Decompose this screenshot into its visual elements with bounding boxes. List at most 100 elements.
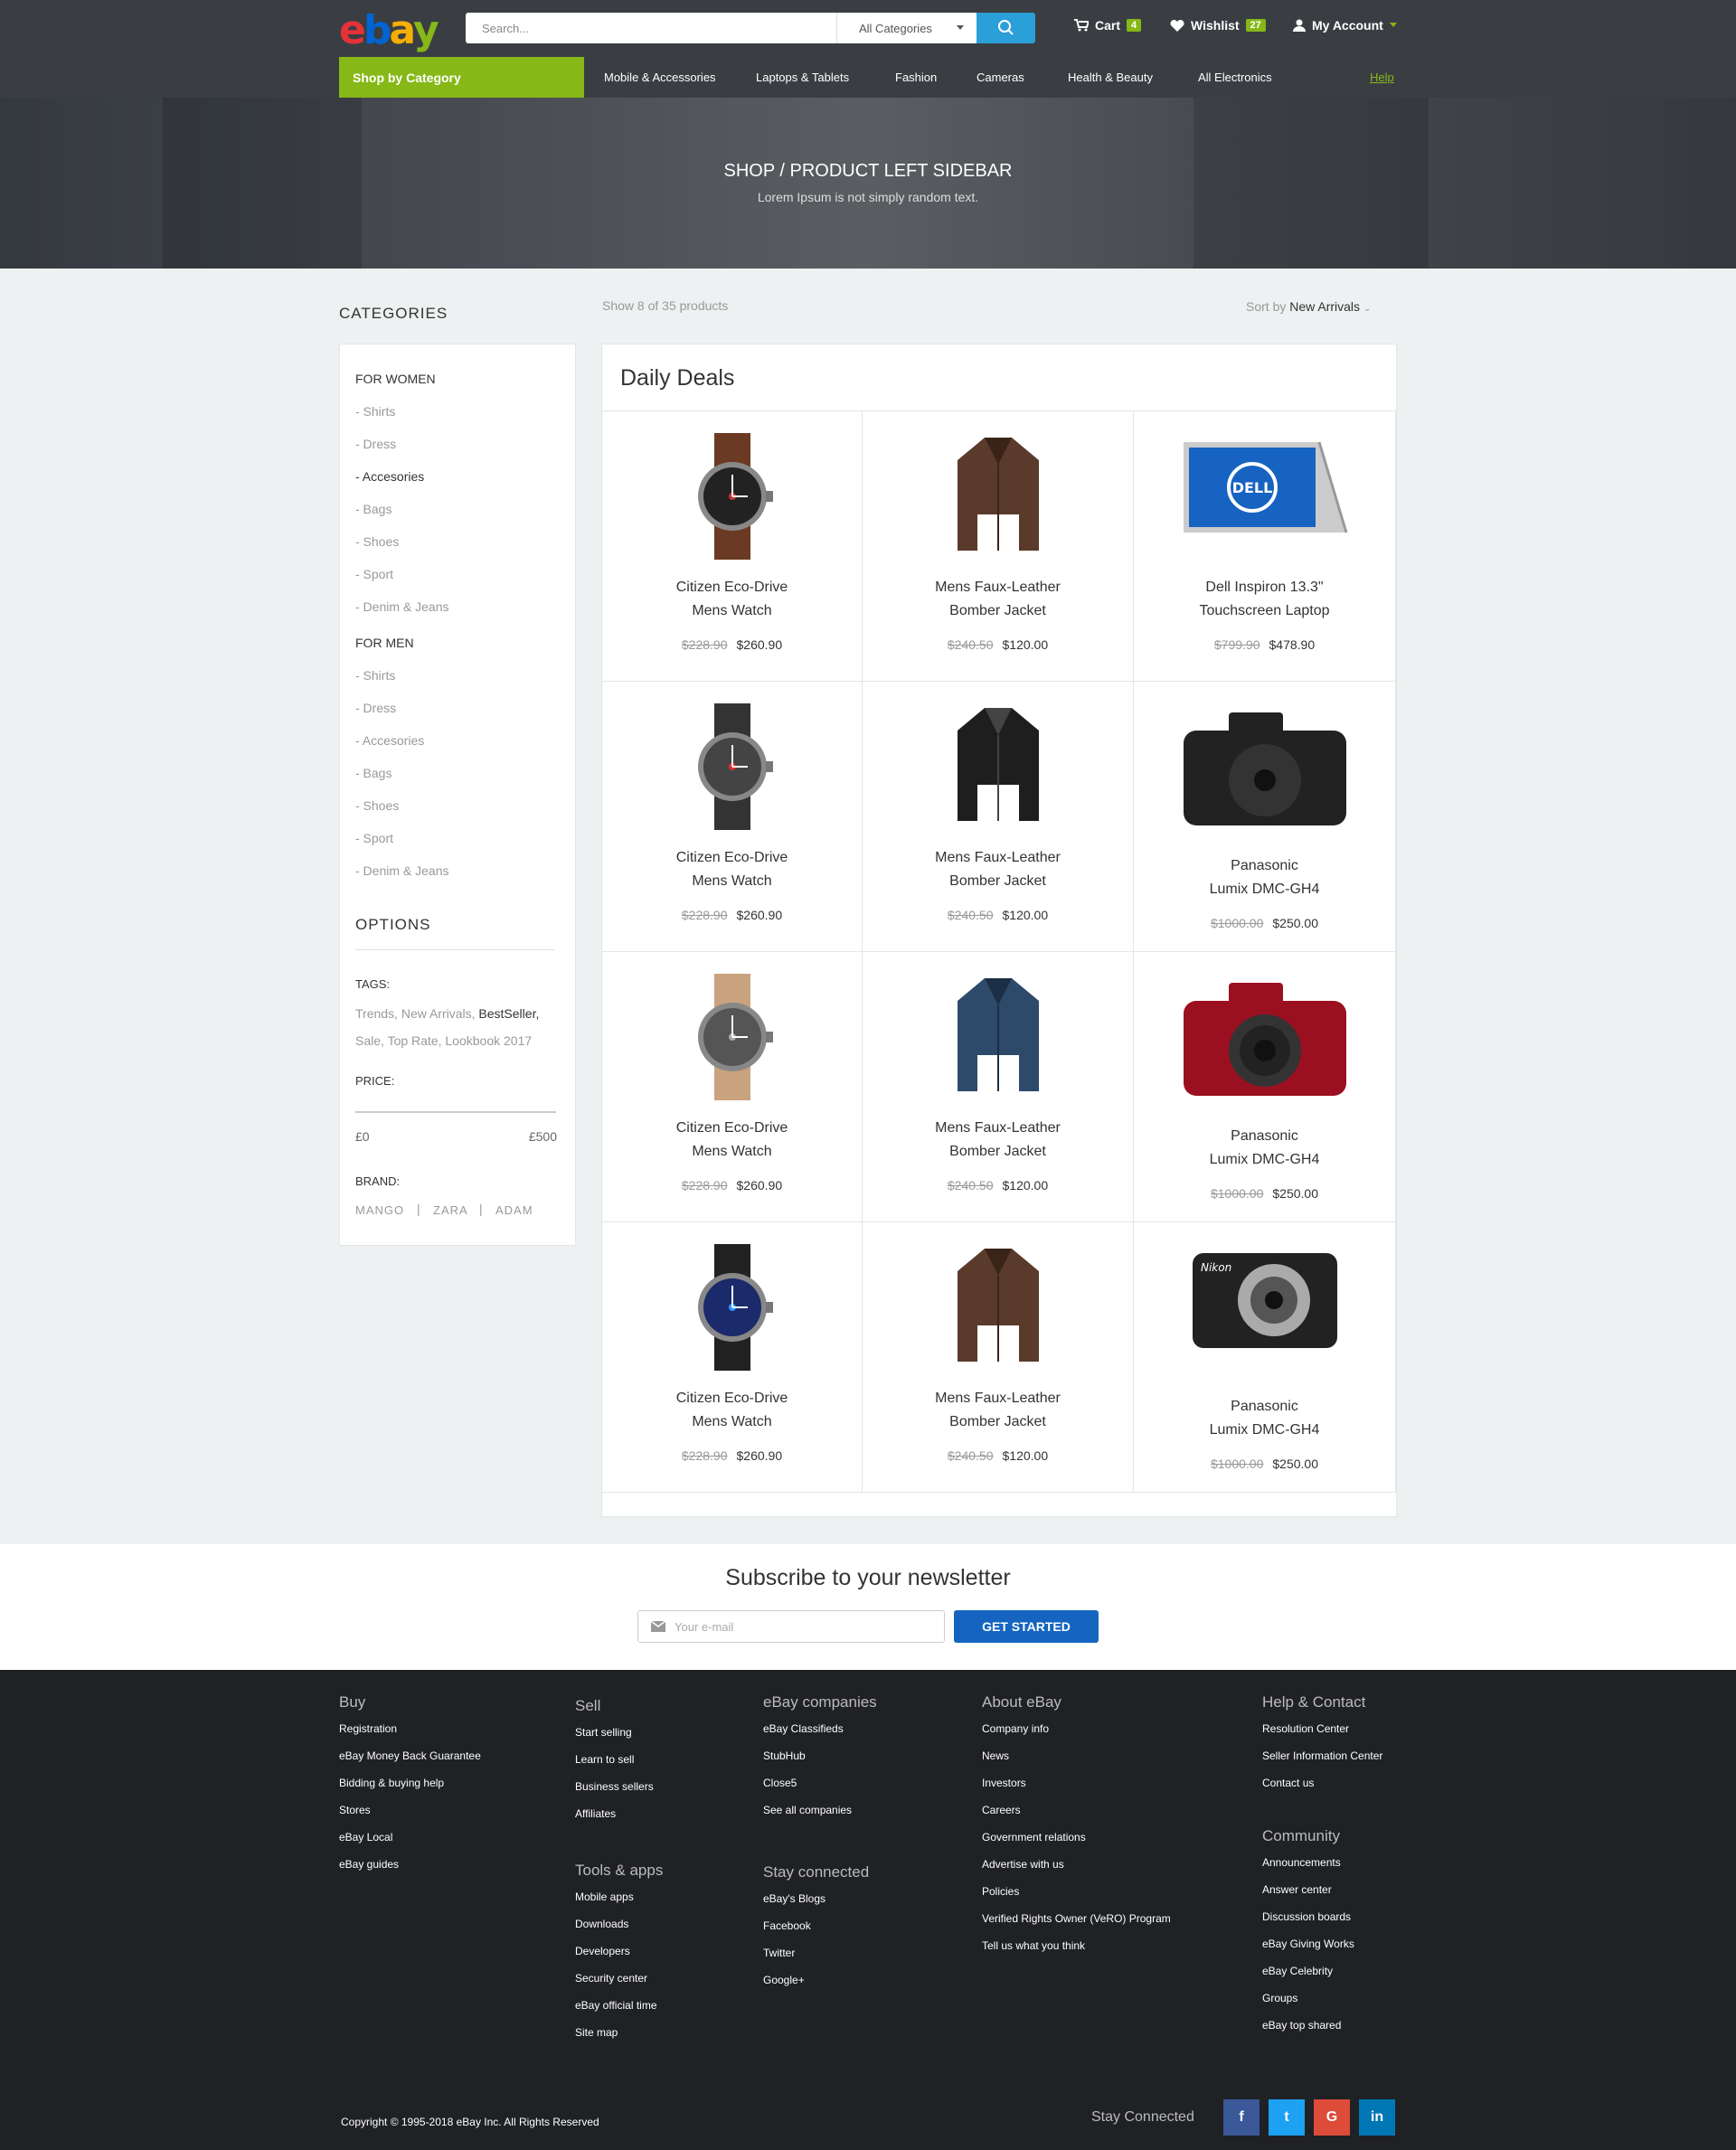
men-category-item[interactable]: - Shoes — [355, 798, 399, 813]
tag-link[interactable]: Trends, — [355, 1006, 398, 1021]
camera-lumix-icon[interactable] — [1179, 703, 1351, 835]
footer-link[interactable]: eBay Local — [339, 1831, 392, 1844]
footer-link[interactable]: Start selling — [575, 1726, 632, 1739]
nav-fashion[interactable]: Fashion — [895, 71, 937, 84]
product-card[interactable]: Mens Faux-Leather Bomber Jacket $240.50 $12… — [863, 682, 1134, 952]
men-category-item[interactable]: - Sport — [355, 831, 393, 845]
product-name[interactable]: Mens Watch — [602, 603, 862, 619]
camera-nikon-icon[interactable]: Nikon — [1188, 1244, 1342, 1357]
product-card[interactable]: Citizen Eco-Drive Mens Watch $228.90 $260.9… — [602, 682, 863, 952]
footer-link[interactable]: eBay guides — [339, 1858, 399, 1871]
tag-link[interactable]: Lookbook 2017 — [445, 1033, 532, 1048]
footer-link[interactable]: See all companies — [763, 1804, 852, 1816]
footer-link[interactable]: News — [982, 1749, 1009, 1762]
footer-link[interactable]: eBay Giving Works — [1262, 1938, 1354, 1950]
footer-link[interactable]: Advertise with us — [982, 1858, 1064, 1871]
product-name[interactable]: Bomber Jacket — [863, 873, 1133, 890]
footer-link[interactable]: Tell us what you think — [982, 1939, 1085, 1952]
nav-health-beauty[interactable]: Health & Beauty — [1068, 71, 1153, 84]
footer-link[interactable]: Developers — [575, 1945, 630, 1957]
help-link[interactable]: Help — [1370, 71, 1394, 84]
tag-link[interactable]: New Arrivals, — [401, 1006, 476, 1021]
product-name[interactable]: Touchscreen Laptop — [1134, 603, 1395, 619]
footer-link[interactable]: Downloads — [575, 1918, 628, 1930]
women-category-item[interactable]: - Denim & Jeans — [355, 599, 448, 614]
product-card[interactable]: Panasonic Lumix DMC-GH4 $1000.00 $250.00 — [1134, 682, 1396, 952]
footer-link[interactable]: Facebook — [763, 1919, 811, 1932]
footer-link[interactable]: Company info — [982, 1722, 1049, 1735]
cart-link[interactable]: Cart 4 — [1074, 18, 1142, 33]
brand-mango[interactable]: MANGO — [355, 1203, 404, 1217]
product-card[interactable]: DELL Dell Inspiron 13.3" Touchscreen Lapto… — [1134, 411, 1396, 682]
footer-link[interactable]: StubHub — [763, 1749, 806, 1762]
men-category-item[interactable]: - Bags — [355, 766, 392, 780]
sort-dropdown[interactable]: Sort by New Arrivals ⌄ — [1246, 299, 1371, 314]
product-name[interactable]: Mens Watch — [602, 1144, 862, 1160]
footer-link[interactable]: Contact us — [1262, 1777, 1314, 1789]
footer-link[interactable]: Security center — [575, 1972, 647, 1985]
jacket-denim-icon[interactable] — [948, 974, 1048, 1105]
account-menu[interactable]: My Account — [1293, 18, 1397, 33]
product-name[interactable]: Citizen Eco-Drive — [602, 1120, 862, 1136]
product-name[interactable]: Panasonic — [1134, 1128, 1395, 1145]
footer-link[interactable]: Learn to sell — [575, 1753, 634, 1766]
footer-link[interactable]: Business sellers — [575, 1780, 654, 1793]
men-category-item[interactable]: - Dress — [355, 701, 396, 715]
brand-adam[interactable]: ADAM — [495, 1203, 533, 1217]
product-name[interactable]: Lumix DMC-GH4 — [1134, 1422, 1395, 1438]
watch-brown-icon[interactable] — [683, 433, 782, 564]
product-card[interactable]: Mens Faux-Leather Bomber Jacket $240.50 $12… — [863, 952, 1134, 1222]
watch-blue-icon[interactable] — [683, 1244, 782, 1375]
footer-link[interactable]: Verified Rights Owner (VeRO) Program — [982, 1912, 1171, 1925]
product-name[interactable]: Lumix DMC-GH4 — [1134, 882, 1395, 898]
product-name[interactable]: Mens Faux-Leather — [863, 850, 1133, 866]
laptop-dell-icon[interactable]: DELL — [1175, 433, 1355, 555]
footer-link[interactable]: Answer center — [1262, 1883, 1332, 1896]
nav-mobile-accessories[interactable]: Mobile & Accessories — [604, 71, 716, 84]
footer-link[interactable]: Twitter — [763, 1947, 795, 1959]
footer-link[interactable]: Resolution Center — [1262, 1722, 1349, 1735]
footer-link[interactable]: Groups — [1262, 1992, 1297, 2004]
shop-by-category-button[interactable]: Shop by Category — [339, 57, 584, 98]
tag-link[interactable]: BestSeller, — [478, 1006, 539, 1021]
product-card[interactable]: Panasonic Lumix DMC-GH4 $1000.00 $250.00 — [1134, 952, 1396, 1222]
product-name[interactable]: Mens Faux-Leather — [863, 1120, 1133, 1136]
product-card[interactable]: Citizen Eco-Drive Mens Watch $228.90 $260.9… — [602, 952, 863, 1222]
footer-link[interactable]: Investors — [982, 1777, 1026, 1789]
footer-link[interactable]: Careers — [982, 1804, 1021, 1816]
women-category-item[interactable]: - Shoes — [355, 534, 399, 549]
footer-link[interactable]: Google+ — [763, 1974, 805, 1986]
women-category-item[interactable]: - Dress — [355, 437, 396, 451]
footer-link[interactable]: Announcements — [1262, 1856, 1341, 1869]
product-name[interactable]: Bomber Jacket — [863, 603, 1133, 619]
product-name[interactable]: Panasonic — [1134, 858, 1395, 874]
footer-link[interactable]: Close5 — [763, 1777, 797, 1789]
get-started-button[interactable]: GET STARTED — [954, 1610, 1099, 1643]
category-select[interactable]: All Categories — [836, 13, 976, 43]
facebook-icon[interactable]: f — [1223, 2099, 1260, 2136]
men-category-item[interactable]: - Denim & Jeans — [355, 863, 448, 878]
product-card[interactable]: Mens Faux-Leather Bomber Jacket $240.50 $12… — [863, 411, 1134, 682]
footer-link[interactable]: Government relations — [982, 1831, 1086, 1844]
footer-link[interactable]: Registration — [339, 1722, 397, 1735]
footer-link[interactable]: eBay top shared — [1262, 2019, 1341, 2032]
women-category-item[interactable]: - Sport — [355, 567, 393, 581]
jacket-black-icon[interactable] — [948, 703, 1048, 835]
watch-tan-icon[interactable] — [683, 974, 782, 1105]
footer-link[interactable]: Affiliates — [575, 1807, 616, 1820]
footer-link[interactable]: eBay Classifieds — [763, 1722, 844, 1735]
tag-link[interactable]: Top Rate, — [388, 1033, 442, 1048]
product-name[interactable]: Dell Inspiron 13.3" — [1134, 580, 1395, 596]
footer-link[interactable]: Discussion boards — [1262, 1910, 1351, 1923]
footer-link[interactable]: eBay official time — [575, 1999, 657, 2012]
ebay-logo[interactable]: ebay — [339, 7, 439, 53]
email-input[interactable]: Your e-mail — [637, 1610, 945, 1643]
nav-cameras[interactable]: Cameras — [976, 71, 1024, 84]
camera-red-icon[interactable] — [1179, 974, 1351, 1105]
product-card[interactable]: Mens Faux-Leather Bomber Jacket $240.50 $12… — [863, 1222, 1134, 1493]
product-card[interactable]: Nikon Panasonic Lumix DMC-GH4 $1000.00 $250.… — [1134, 1222, 1396, 1493]
product-name[interactable]: Mens Faux-Leather — [863, 1391, 1133, 1407]
women-category-item[interactable]: - Bags — [355, 502, 392, 516]
product-name[interactable]: Mens Faux-Leather — [863, 580, 1133, 596]
footer-link[interactable]: eBay Money Back Guarantee — [339, 1749, 481, 1762]
